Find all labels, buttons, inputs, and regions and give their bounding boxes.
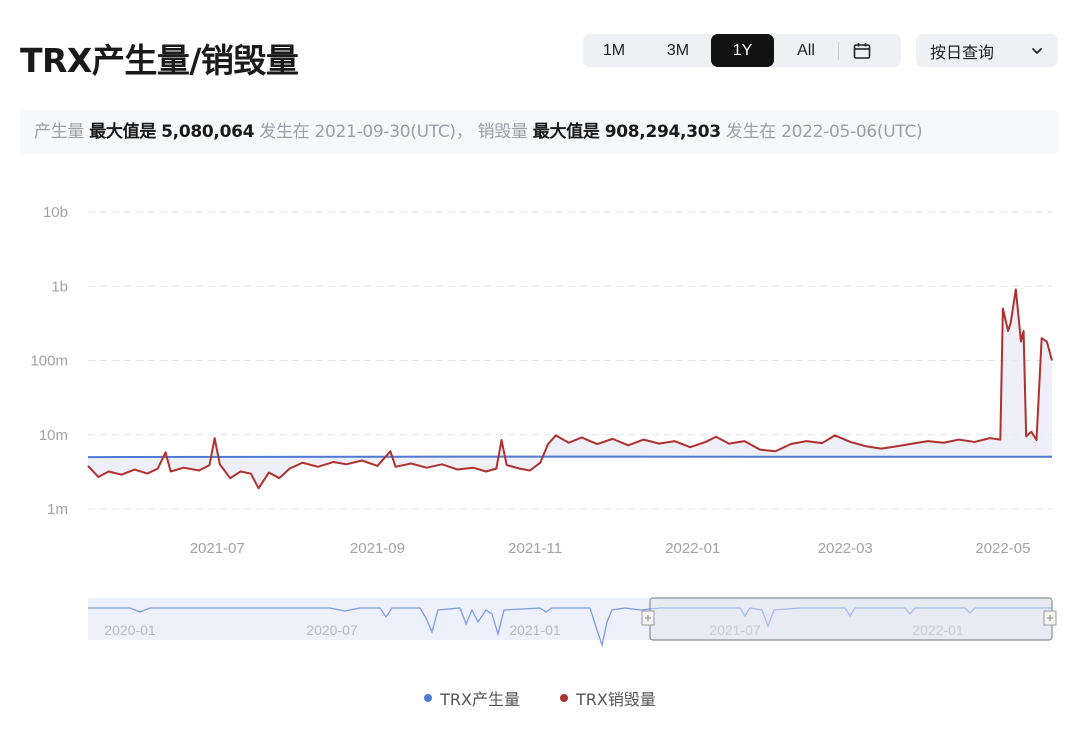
- x-tick-label-0: 2021-07: [190, 540, 245, 557]
- x-tick-label-5: 2022-05: [975, 540, 1030, 557]
- legend-item-burn[interactable]: TRX销毁量: [560, 686, 656, 710]
- calendar-button[interactable]: [839, 34, 885, 67]
- legend-marker-burn: [560, 694, 568, 702]
- burn-on: 发生在: [725, 122, 777, 142]
- page-title: TRX产生量/销毁量: [20, 41, 299, 80]
- y-tick-label-0: 1m: [47, 501, 68, 518]
- y-tick-label-3: 1b: [51, 278, 68, 295]
- y-tick-label-1: 10m: [39, 427, 68, 444]
- range-button-1m[interactable]: 1M: [583, 34, 645, 67]
- x-tick-label-1: 2021-09: [350, 540, 405, 557]
- range-button-1y[interactable]: 1Y: [711, 34, 774, 67]
- navigator-tick-label-1: 2020-07: [306, 622, 358, 638]
- max-summary-bar: 产生量 最大值是 5,080,064 发生在 2021-09-30(UTC)， …: [20, 110, 1058, 154]
- burn-max-value: 908,294,303: [604, 122, 721, 142]
- production-label: 产生量: [34, 122, 85, 142]
- series-line-production: [87, 455, 1053, 459]
- chevron-down-icon: [1032, 47, 1042, 54]
- legend-label-burn: TRX销毁量: [576, 690, 656, 709]
- navigator-selection-window[interactable]: [649, 597, 1053, 641]
- legend-marker-production: [424, 694, 433, 702]
- burn-date: 2022-05-06(UTC): [781, 122, 923, 142]
- production-max-value: 5,080,064: [161, 122, 255, 142]
- series-band-fill: [88, 289, 1052, 489]
- query-mode-select[interactable]: 按日查询: [916, 34, 1058, 67]
- x-tick-label-3: 2022-01: [665, 540, 720, 557]
- production-date: 2021-09-30(UTC): [314, 122, 457, 142]
- navigator-tick-label-2: 2021-01: [509, 622, 561, 638]
- range-button-all[interactable]: All: [774, 34, 838, 67]
- query-mode-value: 按日查询: [930, 42, 995, 62]
- x-tick-label-2: 2021-11: [508, 540, 562, 557]
- burn-label: 销毁量: [477, 122, 528, 142]
- x-tick-label-4: 2022-03: [818, 540, 873, 557]
- production-max-label: 最大值是: [89, 122, 157, 142]
- production-on: 发生在: [259, 122, 310, 142]
- calendar-icon: [853, 42, 871, 59]
- range-selector: 1M 3M 1Y All: [583, 34, 901, 67]
- navigator-tick-label-0: 2020-01: [104, 622, 156, 638]
- range-button-3m[interactable]: 3M: [645, 34, 711, 67]
- summary-separator: ，: [455, 122, 473, 142]
- legend-item-production[interactable]: TRX产生量: [424, 686, 520, 710]
- legend-label-production: TRX产生量: [440, 690, 520, 709]
- y-tick-label-2: 100m: [30, 353, 68, 370]
- range-navigator[interactable]: 2020-01 2020-07 2021-01 2021-07 2022-01: [0, 590, 1080, 650]
- main-chart: 1m 10m 100m 1b 10b 2021-07 2021-09 2021-11 2022-…: [30, 204, 1053, 557]
- chart-legend: TRX产生量 TRX销毁量: [0, 686, 1080, 710]
- y-tick-label-4: 10b: [43, 204, 68, 221]
- burn-max-label: 最大值是: [532, 122, 600, 142]
